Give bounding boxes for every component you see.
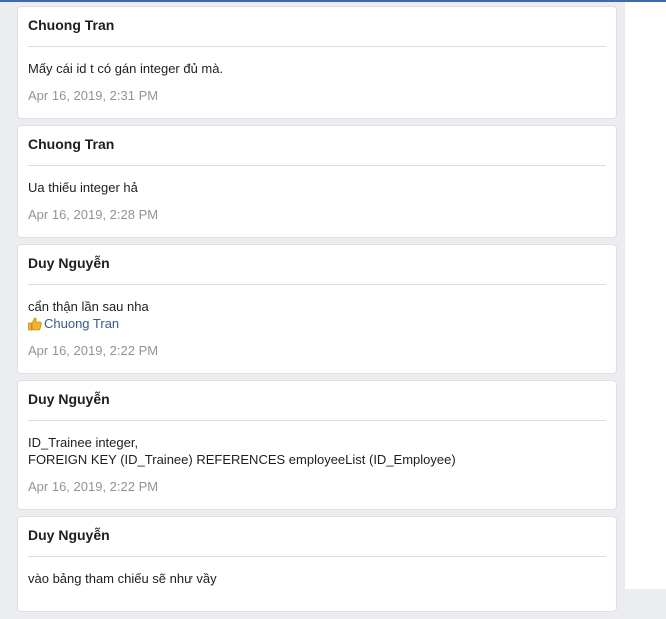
message-card: Duy Nguyễn cẩn thận lần sau nha Chuong T… [18, 245, 616, 373]
message-line: cẩn thận lần sau nha [28, 299, 149, 314]
message-line: Mấy cái id t có gán integer đủ mà. [28, 61, 224, 76]
message-author[interactable]: Chuong Tran [28, 126, 606, 166]
message-text: vào bảng tham chiếu sẽ như vầy [28, 557, 606, 587]
message-author[interactable]: Chuong Tran [28, 7, 606, 47]
message-line: FOREIGN KEY (ID_Trainee) REFERENCES empl… [28, 452, 456, 467]
message-timestamp[interactable]: Apr 16, 2019, 2:31 PM [28, 77, 606, 118]
message-timestamp[interactable]: Apr 16, 2019, 2:22 PM [28, 332, 606, 373]
message-card: Duy Nguyễn ID_Trainee integer, FOREIGN K… [18, 381, 616, 509]
right-pane [625, 2, 666, 589]
message-timestamp[interactable]: Apr 16, 2019, 2:28 PM [28, 196, 606, 237]
message-author[interactable]: Duy Nguyễn [28, 381, 606, 421]
mention-line: Chuong Tran [28, 315, 606, 332]
message-card: Chuong Tran Mấy cái id t có gán integer … [18, 7, 616, 118]
message-card: Duy Nguyễn vào bảng tham chiếu sẽ như vầ… [18, 517, 616, 611]
message-feed: Chuong Tran Mấy cái id t có gán integer … [18, 7, 616, 619]
message-text: Ua thiếu integer hả [28, 166, 606, 196]
mention-name[interactable]: Chuong Tran [44, 315, 119, 332]
message-line: ID_Trainee integer, [28, 435, 139, 450]
message-timestamp[interactable]: Apr 16, 2019, 2:22 PM [28, 468, 606, 509]
top-accent-bar [0, 0, 666, 2]
thumbs-up-icon [28, 317, 42, 330]
message-line: Ua thiếu integer hả [28, 180, 138, 195]
message-text: Mấy cái id t có gán integer đủ mà. [28, 47, 606, 77]
message-author[interactable]: Duy Nguyễn [28, 245, 606, 285]
message-card: Chuong Tran Ua thiếu integer hả Apr 16, … [18, 126, 616, 237]
message-line: vào bảng tham chiếu sẽ như vầy [28, 571, 217, 586]
message-timestamp[interactable] [28, 587, 606, 611]
message-text: ID_Trainee integer, FOREIGN KEY (ID_Trai… [28, 421, 606, 468]
message-author[interactable]: Duy Nguyễn [28, 517, 606, 557]
message-text: cẩn thận lần sau nha Chuong Tran [28, 285, 606, 332]
